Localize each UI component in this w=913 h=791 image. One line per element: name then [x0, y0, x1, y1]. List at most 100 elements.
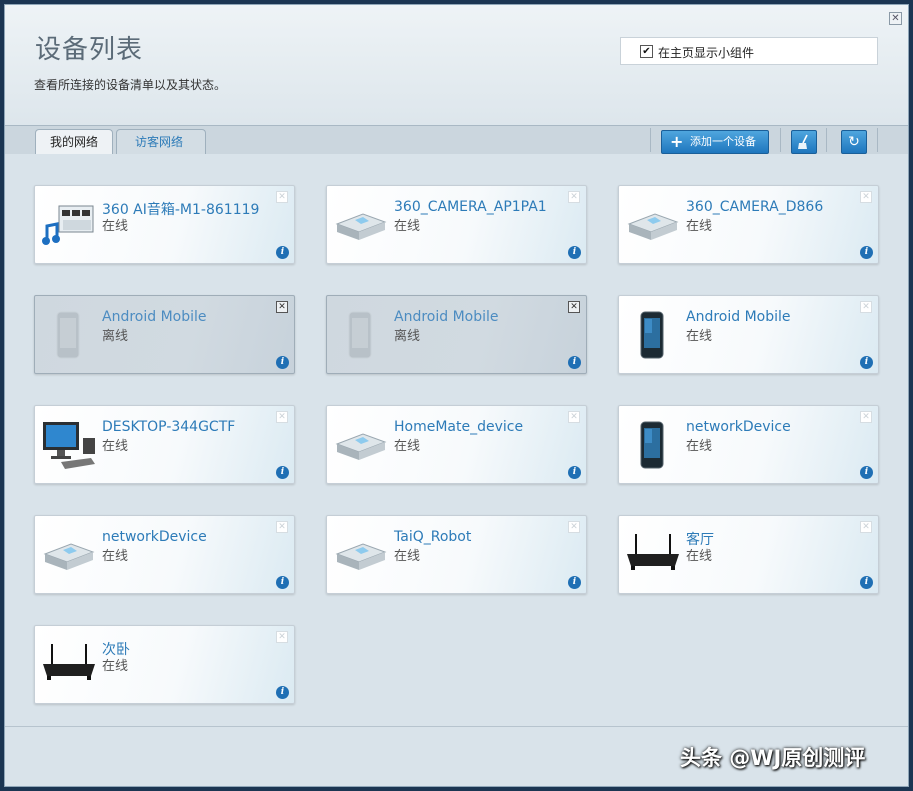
generic-device-icon [625, 200, 681, 252]
generic-device-icon [333, 530, 389, 582]
header: 设备列表 查看所连接的设备清单以及其状态。 ✕ ✔ 在主页显示小组件 [5, 5, 908, 125]
info-icon[interactable]: i [276, 246, 289, 259]
info-icon[interactable]: i [568, 466, 581, 479]
device-status: 在线 [394, 219, 421, 234]
device-card[interactable]: networkDevice 在线 ✕ i [34, 515, 295, 594]
device-list-window: 设备列表 查看所连接的设备清单以及其状态。 ✕ ✔ 在主页显示小组件 我的网络 … [4, 4, 909, 787]
remove-device-icon[interactable]: ✕ [860, 411, 872, 423]
close-icon[interactable]: ✕ [889, 12, 902, 25]
remove-device-icon[interactable]: ✕ [276, 191, 288, 203]
remove-device-icon[interactable]: ✕ [860, 191, 872, 203]
remove-device-icon[interactable]: ✕ [568, 191, 580, 203]
device-name[interactable]: networkDevice [102, 529, 207, 545]
device-card[interactable]: TaiQ_Robot 在线 ✕ i [326, 515, 587, 594]
router-icon [625, 530, 681, 582]
router-icon [41, 640, 97, 692]
remove-device-icon[interactable]: ✕ [276, 411, 288, 423]
remove-device-icon[interactable]: ✕ [568, 301, 580, 313]
device-status: 在线 [102, 659, 129, 674]
device-status: 在线 [102, 549, 129, 564]
device-name[interactable]: Android Mobile [686, 309, 791, 325]
device-name[interactable]: 360_CAMERA_AP1PA1 [394, 199, 547, 215]
page-subtitle: 查看所连接的设备清单以及其状态。 [34, 78, 227, 92]
remove-device-icon[interactable]: ✕ [568, 521, 580, 533]
info-icon[interactable]: i [568, 576, 581, 589]
device-status: 在线 [686, 439, 713, 454]
device-card[interactable]: Android Mobile 离线 ✕ i [34, 295, 295, 374]
device-status: 离线 [394, 329, 421, 344]
refresh-icon: ↻ [848, 134, 860, 150]
device-card[interactable]: 360 AI音箱-M1-861119 在线 ✕ i [34, 185, 295, 264]
info-icon[interactable]: i [276, 576, 289, 589]
phone-icon [333, 310, 389, 362]
generic-device-icon [41, 530, 97, 582]
plus-icon: + [670, 132, 684, 151]
refresh-button[interactable]: ↻ [841, 130, 867, 154]
add-device-label: 添加一个设备 [690, 135, 756, 148]
show-widget-checkbox[interactable]: ✔ [640, 45, 653, 58]
device-card[interactable]: 客厅 在线 ✕ i [618, 515, 879, 594]
device-card[interactable]: Android Mobile 离线 ✕ i [326, 295, 587, 374]
device-status: 在线 [686, 549, 713, 564]
remove-device-icon[interactable]: ✕ [276, 301, 288, 313]
remove-device-icon[interactable]: ✕ [860, 521, 872, 533]
info-icon[interactable]: i [568, 356, 581, 369]
remove-device-icon[interactable]: ✕ [276, 521, 288, 533]
footer-divider [5, 726, 908, 727]
device-name[interactable]: Android Mobile [102, 309, 207, 325]
device-name[interactable]: networkDevice [686, 419, 791, 435]
remove-device-icon[interactable]: ✕ [568, 411, 580, 423]
info-icon[interactable]: i [568, 246, 581, 259]
tab-my-network[interactable]: 我的网络 [35, 129, 114, 154]
media-device-icon [41, 200, 97, 252]
info-icon[interactable]: i [860, 356, 873, 369]
device-name[interactable]: HomeMate_device [394, 419, 523, 435]
device-status: 离线 [102, 329, 129, 344]
toolbar-divider [780, 128, 781, 152]
tab-guest-network[interactable]: 访客网络 [116, 129, 207, 154]
show-widget-option[interactable]: ✔ 在主页显示小组件 [620, 37, 878, 65]
broom-button[interactable] [791, 130, 817, 154]
toolbar-divider [826, 128, 827, 152]
device-status: 在线 [102, 219, 129, 234]
device-status: 在线 [686, 329, 713, 344]
device-name[interactable]: TaiQ_Robot [394, 529, 471, 545]
remove-device-icon[interactable]: ✕ [860, 301, 872, 313]
device-grid: 360 AI音箱-M1-861119 在线 ✕ i 360_CAMERA_AP1PA1 在… [5, 154, 908, 724]
tab-bar: 我的网络 访客网络 + 添加一个设备 ↻ [5, 125, 908, 154]
device-status: 在线 [686, 219, 713, 234]
device-status: 在线 [102, 439, 129, 454]
device-name[interactable]: Android Mobile [394, 309, 499, 325]
broom-icon [798, 134, 808, 149]
info-icon[interactable]: i [276, 466, 289, 479]
info-icon[interactable]: i [860, 576, 873, 589]
device-card[interactable]: 360_CAMERA_D866 在线 ✕ i [618, 185, 879, 264]
add-device-button[interactable]: + 添加一个设备 [661, 130, 769, 154]
phone-icon [625, 310, 681, 362]
info-icon[interactable]: i [276, 686, 289, 699]
info-icon[interactable]: i [276, 356, 289, 369]
phone-icon [625, 420, 681, 472]
device-card[interactable]: 360_CAMERA_AP1PA1 在线 ✕ i [326, 185, 587, 264]
device-card[interactable]: DESKTOP-344GCTF 在线 ✕ i [34, 405, 295, 484]
device-card[interactable]: HomeMate_device 在线 ✕ i [326, 405, 587, 484]
computer-icon [41, 420, 97, 472]
toolbar-divider [877, 128, 878, 152]
generic-device-icon [333, 200, 389, 252]
device-name[interactable]: 360_CAMERA_D866 [686, 199, 823, 215]
device-card[interactable]: networkDevice 在线 ✕ i [618, 405, 879, 484]
show-widget-label: 在主页显示小组件 [658, 46, 755, 60]
device-status: 在线 [394, 439, 421, 454]
phone-icon [41, 310, 97, 362]
info-icon[interactable]: i [860, 466, 873, 479]
device-name[interactable]: DESKTOP-344GCTF [102, 419, 235, 435]
remove-device-icon[interactable]: ✕ [276, 631, 288, 643]
info-icon[interactable]: i [860, 246, 873, 259]
toolbar-divider [650, 128, 651, 152]
generic-device-icon [333, 420, 389, 472]
device-status: 在线 [394, 549, 421, 564]
watermark: 头条 @WJ原创测评 [680, 746, 866, 770]
device-card[interactable]: Android Mobile 在线 ✕ i [618, 295, 879, 374]
page-title: 设备列表 [35, 35, 144, 65]
device-card[interactable]: 次卧 在线 ✕ i [34, 625, 295, 704]
